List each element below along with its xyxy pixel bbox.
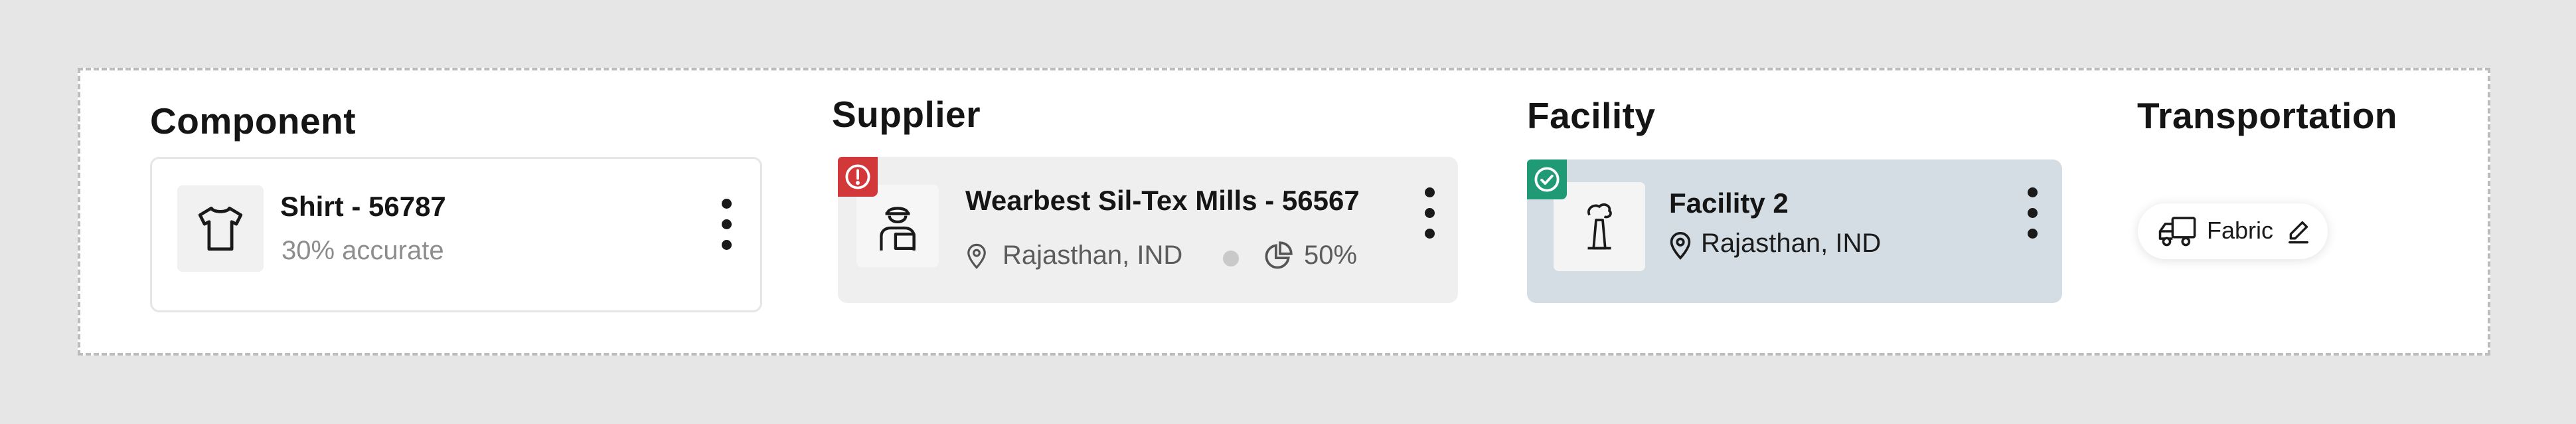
facility-card[interactable]: Facility 2 Rajasthan, IND [1527, 159, 2062, 303]
component-card[interactable]: Shirt - 56787 30% accurate [150, 157, 762, 312]
supplier-menu-button[interactable] [1423, 187, 1437, 241]
supplier-card[interactable]: Wearbest Sil-Tex Mills - 56567 Rajasthan… [838, 157, 1458, 303]
supplier-percent: 50% [1304, 241, 1358, 270]
component-heading: Component [150, 100, 357, 142]
facility-menu-button[interactable] [2026, 187, 2040, 241]
component-menu-button[interactable] [720, 199, 734, 252]
facility-location: Rajasthan, IND [1701, 229, 1882, 258]
alert-icon [845, 164, 870, 189]
component-thumbnail [177, 185, 264, 272]
location-pin-icon [1670, 231, 1691, 260]
truck-icon [2158, 217, 2196, 247]
component-title: Shirt - 56787 [280, 191, 446, 222]
edit-pencil-icon[interactable] [2285, 218, 2312, 245]
pie-chart-icon [1265, 241, 1293, 269]
component-subtitle: 30% accurate [282, 236, 444, 265]
supplier-error-badge [838, 157, 878, 197]
separator-dot [1223, 251, 1239, 266]
shirt-icon [198, 206, 243, 251]
transport-chip-label: Fabric [2207, 217, 2274, 244]
factory-icon [1587, 203, 1612, 250]
location-pin-icon [967, 243, 986, 269]
transport-chip-fabric[interactable]: Fabric [2138, 203, 2328, 259]
supplier-location: Rajasthan, IND [1003, 241, 1183, 270]
facility-verified-badge [1527, 159, 1567, 199]
facility-thumbnail [1554, 182, 1645, 271]
facility-title: Facility 2 [1669, 187, 1789, 219]
check-circle-icon [1534, 167, 1560, 192]
facility-heading: Facility [1527, 95, 1656, 136]
supplier-title: Wearbest Sil-Tex Mills - 56567 [965, 185, 1360, 216]
worker-icon [880, 207, 916, 251]
supplier-thumbnail [856, 185, 939, 267]
transportation-heading: Transportation [2137, 95, 2398, 136]
supplier-heading: Supplier [832, 94, 981, 135]
